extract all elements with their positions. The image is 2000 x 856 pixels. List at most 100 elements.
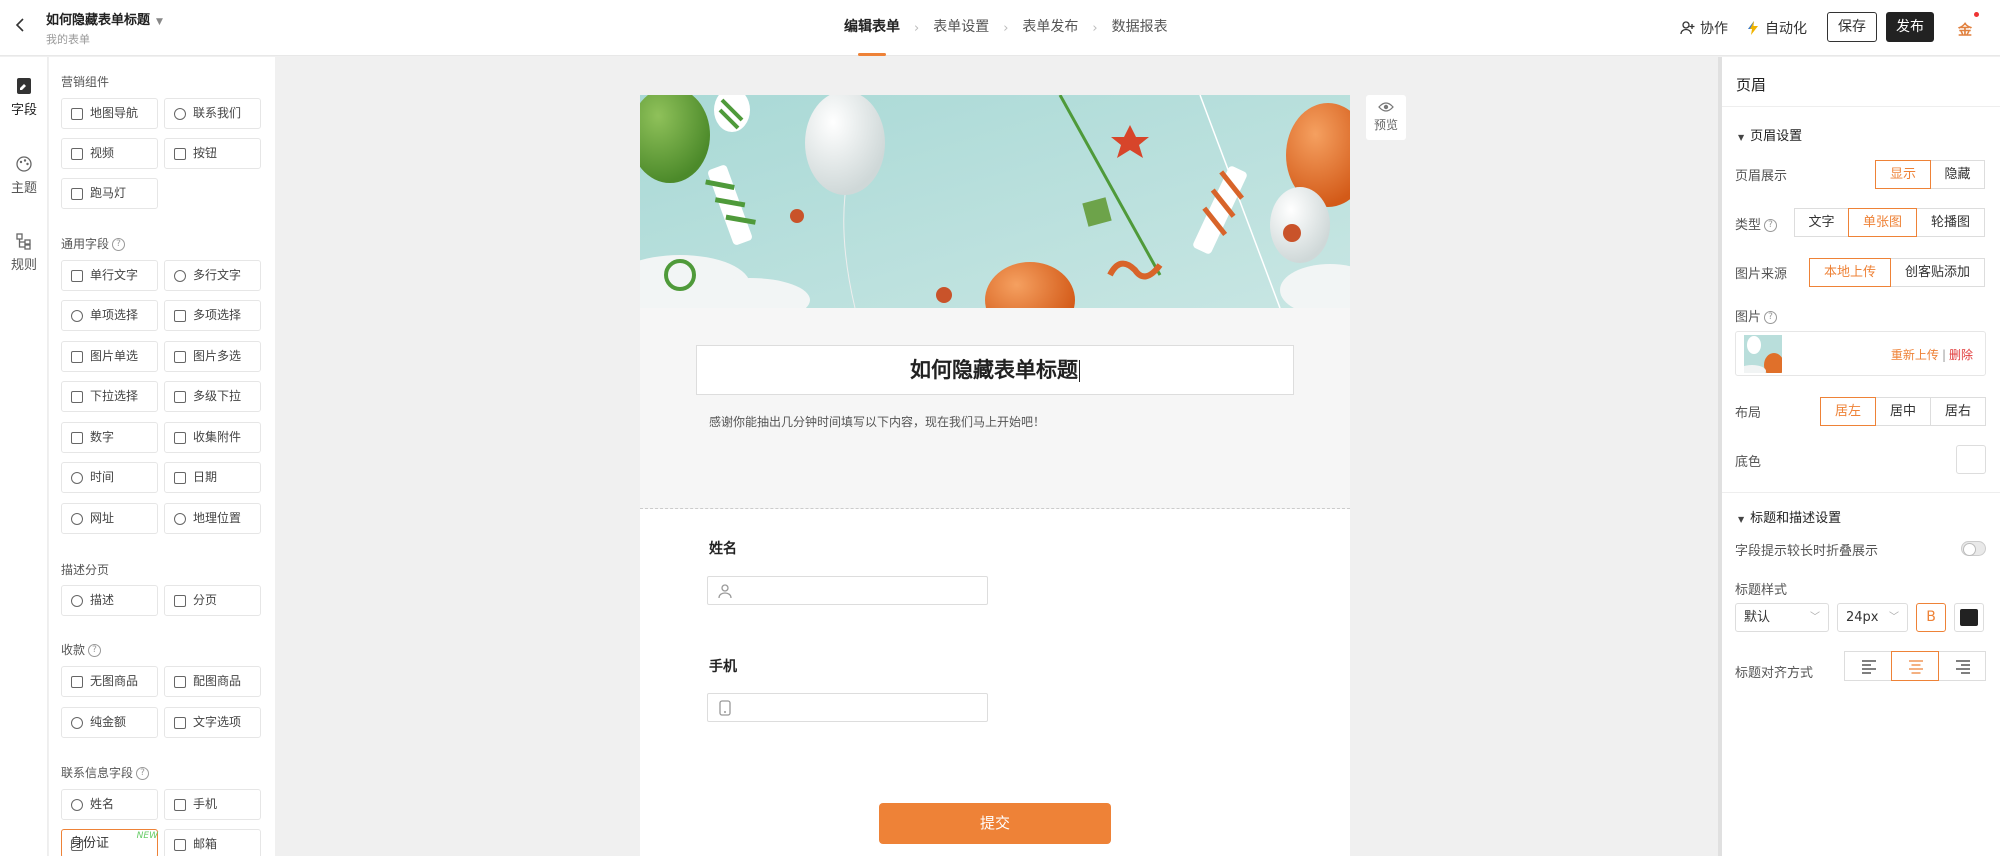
- option-show[interactable]: 显示: [1875, 160, 1931, 189]
- section-title-settings[interactable]: ▼ 标题和描述设置: [1738, 507, 1841, 526]
- option-center[interactable]: 居中: [1875, 397, 1931, 426]
- chevron-right-icon: ›: [1092, 20, 1098, 36]
- option-single-image[interactable]: 单张图: [1848, 208, 1917, 237]
- help-icon[interactable]: ?: [136, 767, 150, 780]
- component-product-img[interactable]: 配图商品: [164, 666, 261, 697]
- mobile-input[interactable]: [707, 693, 988, 722]
- component-label: 纯金额: [90, 715, 127, 729]
- component-amount[interactable]: 纯金额: [61, 707, 158, 738]
- component-email[interactable]: 邮箱: [164, 829, 261, 856]
- component-location[interactable]: 地理位置: [164, 503, 261, 534]
- save-button[interactable]: 保存: [1827, 12, 1877, 42]
- help-icon[interactable]: ?: [112, 238, 126, 251]
- image-thumbnail[interactable]: [1744, 335, 1782, 373]
- help-icon[interactable]: ?: [1764, 311, 1778, 324]
- component-contact-us[interactable]: 联系我们: [164, 98, 261, 129]
- option-local-upload[interactable]: 本地上传: [1809, 258, 1891, 287]
- collapse-toggle[interactable]: [1961, 541, 1986, 556]
- nav-rules[interactable]: 规则: [0, 232, 48, 273]
- component-button[interactable]: 按钮: [164, 138, 261, 169]
- align-right-button[interactable]: [1938, 651, 1986, 681]
- component-map-nav[interactable]: 地图导航: [61, 98, 158, 129]
- person-icon: [71, 799, 83, 811]
- preview-label: 预览: [1373, 118, 1398, 132]
- label-title-align: 标题对齐方式: [1735, 666, 1814, 681]
- nav-fields[interactable]: 字段: [0, 77, 48, 118]
- component-single-choice[interactable]: 单项选择: [61, 300, 158, 331]
- option-left[interactable]: 居左: [1820, 397, 1876, 426]
- component-label: 下拉选择: [90, 389, 139, 403]
- component-date[interactable]: 日期: [164, 462, 261, 493]
- option-hide[interactable]: 隐藏: [1930, 160, 1985, 189]
- font-select[interactable]: 默认 ﹀: [1735, 603, 1829, 632]
- nav-theme[interactable]: 主题: [0, 155, 48, 196]
- chevron-down-icon: ﹀: [1810, 612, 1820, 623]
- form-title-menu[interactable]: 如何隐藏表单标题 ▼: [46, 9, 163, 28]
- publish-button[interactable]: 发布: [1886, 12, 1934, 42]
- option-text[interactable]: 文字: [1794, 208, 1849, 237]
- label-image: 图片?: [1735, 306, 1778, 325]
- user-logo-text: 金: [1958, 23, 1972, 39]
- label-display: 页眉展示: [1735, 169, 1788, 184]
- reupload-link[interactable]: 重新上传: [1891, 348, 1939, 362]
- component-multi-text[interactable]: 多行文字: [164, 260, 261, 291]
- component-marquee[interactable]: 跑马灯: [61, 178, 158, 209]
- component-description[interactable]: 描述: [61, 585, 158, 616]
- component-attachment[interactable]: 收集附件: [164, 422, 261, 453]
- back-icon[interactable]: [14, 17, 26, 38]
- automation-button[interactable]: 自动化: [1745, 0, 1807, 56]
- component-video[interactable]: 视频: [61, 138, 158, 169]
- help-icon[interactable]: ?: [88, 644, 102, 657]
- component-cascade[interactable]: 多级下拉: [164, 381, 261, 412]
- triangle-down-icon: ▼: [1738, 515, 1745, 524]
- component-mobile[interactable]: 手机: [164, 789, 261, 820]
- align-center-button[interactable]: [1891, 651, 1939, 681]
- option-chuangkit[interactable]: 创客贴添加: [1890, 258, 1985, 287]
- option-right[interactable]: 居右: [1930, 397, 1986, 426]
- option-carousel[interactable]: 轮播图: [1916, 208, 1985, 237]
- field-icon: [17, 78, 31, 94]
- delete-link[interactable]: 删除: [1949, 348, 1973, 362]
- component-label: 跑马灯: [90, 186, 127, 200]
- component-time[interactable]: 时间: [61, 462, 158, 493]
- tab-form-settings[interactable]: 表单设置: [933, 0, 989, 56]
- component-multi-choice[interactable]: 多项选择: [164, 300, 261, 331]
- section-header-settings[interactable]: ▼ 页眉设置: [1738, 125, 1802, 144]
- left-nav: 字段 主题 规则: [0, 57, 48, 856]
- breadcrumb[interactable]: 我的表单: [46, 31, 90, 47]
- component-product-noimg[interactable]: 无图商品: [61, 666, 158, 697]
- size-select[interactable]: 24px ﹀: [1837, 603, 1908, 632]
- title-color-picker[interactable]: [1954, 603, 1984, 632]
- tab-data-report[interactable]: 数据报表: [1112, 0, 1168, 56]
- submit-button[interactable]: 提交: [879, 803, 1111, 844]
- preview-button[interactable]: 预览: [1366, 95, 1406, 140]
- align-left-button[interactable]: [1844, 651, 1892, 681]
- component-url[interactable]: 网址: [61, 503, 158, 534]
- tab-form-publish[interactable]: 表单发布: [1022, 0, 1078, 56]
- component-pagebreak[interactable]: 分页: [164, 585, 261, 616]
- form-title-input[interactable]: 如何隐藏表单标题: [696, 345, 1294, 395]
- collab-button[interactable]: 协作: [1680, 0, 1728, 56]
- rules-icon: [16, 233, 31, 250]
- header-banner-image[interactable]: [640, 95, 1350, 308]
- bg-color-picker[interactable]: [1956, 445, 1986, 474]
- map-icon: [71, 108, 83, 120]
- form-description[interactable]: 感谢你能抽出几分钟时间填写以下内容，现在我们马上开始吧！: [709, 413, 1045, 430]
- help-icon[interactable]: ?: [1764, 219, 1778, 232]
- field-label-name: 姓名: [709, 541, 737, 557]
- component-image-single[interactable]: 图片单选: [61, 341, 158, 372]
- source-toggle: 本地上传 创客贴添加: [1809, 258, 1985, 287]
- component-dropdown[interactable]: 下拉选择: [61, 381, 158, 412]
- component-name[interactable]: 姓名: [61, 789, 158, 820]
- component-label: 图片多选: [193, 349, 242, 363]
- tab-edit-form[interactable]: 编辑表单: [844, 0, 900, 56]
- bold-button[interactable]: B: [1916, 603, 1946, 632]
- component-number[interactable]: 数字: [61, 422, 158, 453]
- chevron-right-icon: ›: [914, 20, 920, 36]
- user-avatar[interactable]: 金: [1958, 12, 1979, 40]
- component-single-text[interactable]: 单行文字: [61, 260, 158, 291]
- component-idcard[interactable]: 身份证 NEW: [61, 829, 158, 856]
- name-input[interactable]: [707, 576, 988, 605]
- component-text-option[interactable]: 文字选项: [164, 707, 261, 738]
- component-image-multi[interactable]: 图片多选: [164, 341, 261, 372]
